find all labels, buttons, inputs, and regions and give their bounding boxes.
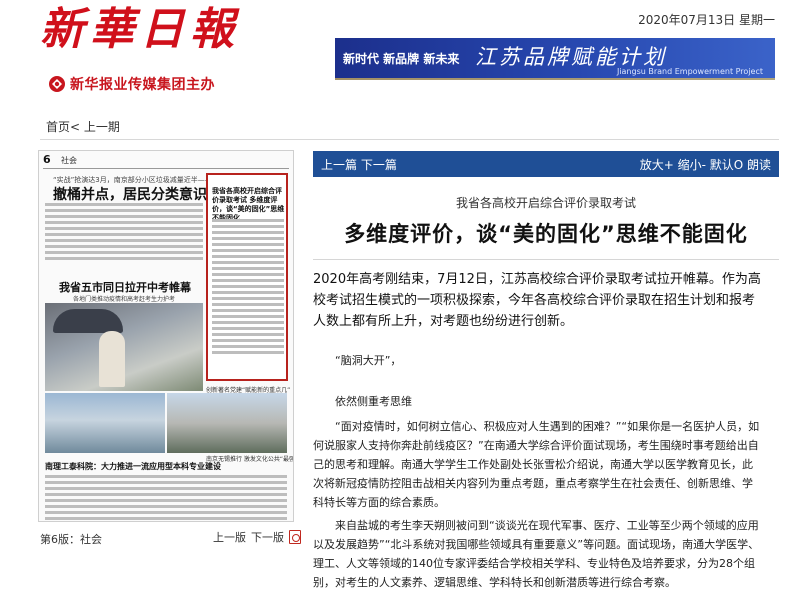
thumb-page-number: 6	[43, 153, 51, 166]
thumb-person-shape	[99, 331, 125, 387]
thumb-page-header: 6 社会	[43, 153, 289, 169]
prev-page-link[interactable]: 上一版	[213, 529, 246, 545]
article-toolbar: 上一篇 下一篇 放大+ 缩小- 默认O 朗读	[313, 151, 779, 177]
banner-accent-line	[335, 78, 775, 80]
article-paragraph-3: “面对疫情时，如何树立信心、积极应对人生遇到的困难？”“如果你是一名医护人员，如…	[313, 420, 760, 509]
thumb-headline-4[interactable]: 南理工泰科院：大力推进一流应用型本科专业建设	[45, 461, 221, 472]
thumb-text-block-bottom	[45, 475, 287, 521]
publisher-text: 新华报业传媒集团主办	[70, 77, 215, 93]
prev-issue-link[interactable]: 上一期	[84, 120, 120, 134]
thumb-section: 社会	[61, 156, 77, 165]
newspaper-page: 新華日報 新华报业传媒集团主办 2020年07月13日 星期一 新时代 新品牌 …	[0, 0, 799, 597]
article-lead-paragraph: 2020年高考刚结束，7月12日，江苏高校综合评价录取考试拉开帷幕。作为高校考试…	[313, 272, 761, 329]
page-label: 第6版：社会	[40, 533, 102, 546]
thumb-photo-street	[45, 393, 165, 453]
thumb-box-headline: 我省各高校开启综合评价录取考试 多维度评价，谈“美的固化”思维不能固化	[212, 187, 285, 222]
xinhua-logo-icon	[49, 76, 65, 92]
home-link[interactable]: 首页	[46, 120, 70, 134]
article-paragraph-2: 依然侧重考思维	[335, 395, 412, 408]
publisher-line: 新华报业传媒集团主办	[48, 74, 215, 94]
banner-slogan: 新时代 新品牌 新未来	[343, 52, 460, 66]
header-divider	[40, 139, 779, 140]
banner-subtitle: Jiangsu Brand Empowerment Project	[616, 67, 763, 76]
article-paragraph-4: 来自盐城的考生李天朔则被问到“谈谈光在现代军事、医疗、工业等至少两个领域的应用以…	[313, 519, 760, 589]
thumb-box-text	[212, 219, 284, 357]
thumb-headline-2[interactable]: 我省五市同日拉开中考帷幕	[59, 279, 191, 295]
article-prev-next[interactable]: 上一篇 下一篇	[321, 156, 397, 173]
masthead-title: 新華日報	[40, 4, 240, 55]
thumb-photo-campus	[167, 393, 287, 453]
next-page-link[interactable]: 下一版	[251, 529, 284, 545]
article-title: 多维度评价，谈“美的固化”思维不能固化	[344, 222, 748, 246]
breadcrumb-separator: <	[70, 120, 81, 134]
thumb-umbrella-shape	[53, 309, 123, 333]
brand-banner-ad[interactable]: 新时代 新品牌 新未来 江苏品牌赋能计划 Jiangsu Brand Empow…	[335, 38, 775, 80]
thumb-highlighted-article[interactable]: 我省各高校开启综合评价录取考试 多维度评价，谈“美的固化”思维不能固化	[206, 173, 288, 381]
thumb-small-headline: 创新著名党建“赋能新的重点几”	[206, 387, 291, 394]
article-divider	[313, 259, 779, 260]
article-subtitle: 我省各高校开启综合评价录取考试	[455, 196, 636, 210]
page-navigation: 上一版 下一版	[213, 529, 301, 545]
thumb-text-block-1	[45, 203, 203, 269]
breadcrumb: 首页< 上一期	[46, 118, 120, 135]
article-paragraph-1: “脑洞大开”，	[335, 354, 402, 367]
thumb-headline-2-sub: 各地门类推动疫情和高考赶考生力护考	[73, 296, 176, 303]
page-thumbnail[interactable]: 6 社会 “实战”抢演达3月，南京部分小区垃圾减量近半—— 撤桶并点，居民分类意…	[38, 150, 294, 522]
issue-date: 2020年07月13日 星期一	[638, 13, 775, 27]
article-text-controls[interactable]: 放大+ 缩小- 默认O 朗读	[640, 156, 771, 173]
masthead-logo[interactable]: 新華日報	[40, 4, 290, 60]
pdf-icon[interactable]	[289, 530, 301, 544]
